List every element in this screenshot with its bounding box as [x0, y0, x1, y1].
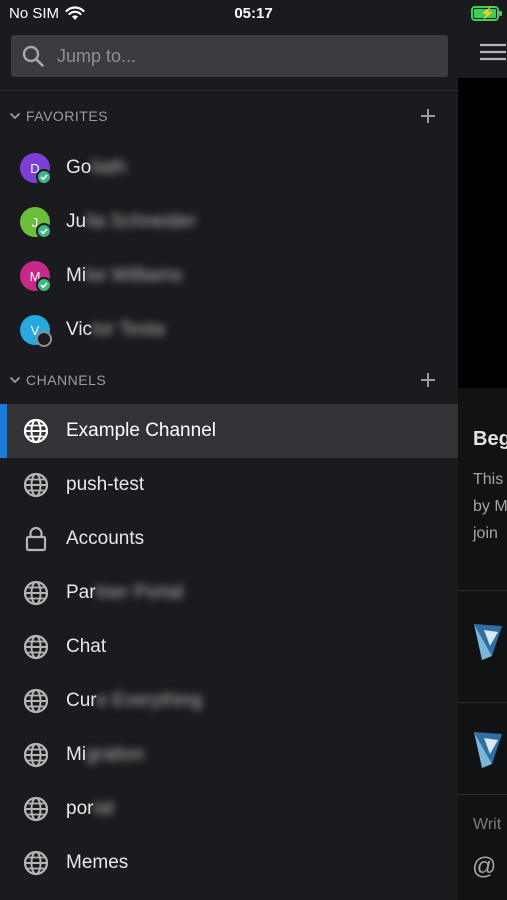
channel-label: push-test: [66, 474, 145, 495]
message-input-placeholder[interactable]: Writ: [473, 816, 501, 834]
favorite-label: Mike Williams: [66, 265, 183, 286]
hamburger-menu-icon[interactable]: [480, 43, 506, 61]
favorites-title: FAVORITES: [26, 108, 109, 124]
globe-icon: [23, 472, 49, 498]
bot-avatar-icon: [474, 624, 502, 660]
channel-label: portal: [66, 798, 114, 819]
add-favorite-icon[interactable]: [418, 106, 438, 126]
channels-title: CHANNELS: [26, 372, 107, 388]
divider: [458, 702, 507, 703]
status-time: 05:17: [234, 5, 273, 22]
channel-item-example-channel[interactable]: Example Channel: [0, 404, 458, 458]
favorite-item-1[interactable]: D Goliath: [0, 141, 458, 195]
channels-header[interactable]: CHANNELS: [0, 365, 458, 395]
favorite-item-3[interactable]: M Mike Williams: [0, 249, 458, 303]
channel-item-chat[interactable]: Chat: [0, 620, 458, 674]
channel-label: Partner Portal: [66, 582, 184, 603]
channel-item-cure-everything[interactable]: Cure Everything: [0, 674, 458, 728]
divider: [0, 90, 458, 91]
favorite-label: Victor Testa: [66, 319, 165, 340]
channel-item-portal[interactable]: portal: [0, 782, 458, 836]
channel-item-partner-portal[interactable]: Partner Portal: [0, 566, 458, 620]
main-view-peek[interactable]: Beg This by M join Writ @: [458, 28, 507, 900]
main-header: [458, 28, 507, 78]
globe-icon: [23, 796, 49, 822]
favorite-item-4[interactable]: V Victor Testa: [0, 303, 458, 357]
divider: [458, 794, 507, 795]
online-status-icon: [36, 223, 52, 239]
channel-intro-line: This: [473, 471, 504, 488]
lock-icon: [25, 526, 47, 552]
battery-icon: ⚡: [471, 6, 502, 21]
search-placeholder: Jump to...: [57, 45, 137, 66]
channel-label: Cure Everything: [66, 690, 203, 711]
add-channel-icon[interactable]: [418, 370, 438, 390]
jump-to-search[interactable]: Jump to...: [11, 35, 448, 77]
channel-intro-line: by M: [473, 498, 507, 515]
channel-label: Memes: [66, 852, 129, 873]
globe-icon: [23, 850, 49, 876]
favorite-label: Julia Schneider: [66, 211, 196, 232]
channel-intro-line: join: [473, 525, 498, 542]
online-status-icon: [36, 277, 52, 293]
globe-icon: [23, 418, 49, 444]
channel-label: Chat: [66, 636, 107, 657]
chevron-down-icon: [9, 112, 21, 120]
chevron-down-icon: [9, 376, 21, 384]
favorite-item-2[interactable]: J Julia Schneider: [0, 195, 458, 249]
divider: [458, 590, 507, 591]
channel-item-migration[interactable]: Migration: [0, 728, 458, 782]
globe-icon: [23, 580, 49, 606]
channel-item-accounts[interactable]: Accounts: [0, 512, 458, 566]
channel-label: Accounts: [66, 528, 145, 549]
globe-icon: [23, 688, 49, 714]
channel-item-push-test[interactable]: push-test: [0, 458, 458, 512]
channel-item-memes[interactable]: Memes: [0, 836, 458, 890]
mention-icon[interactable]: @: [472, 853, 496, 881]
globe-icon: [23, 742, 49, 768]
search-icon: [22, 45, 44, 67]
globe-icon: [23, 634, 49, 660]
favorite-label: Goliath: [66, 157, 127, 178]
status-bar: No SIM 05:17 ⚡: [0, 0, 507, 28]
offline-status-icon: [36, 331, 52, 347]
channel-label: Example Channel: [66, 420, 216, 441]
favorites-header[interactable]: FAVORITES: [0, 101, 458, 131]
channel-intro-title: Beg: [473, 428, 507, 450]
bot-avatar-icon: [474, 732, 502, 768]
channel-label: Migration: [66, 744, 145, 765]
online-status-icon: [36, 169, 52, 185]
sidebar: Jump to... FAVORITES D Goliath J Julia S…: [0, 28, 458, 900]
